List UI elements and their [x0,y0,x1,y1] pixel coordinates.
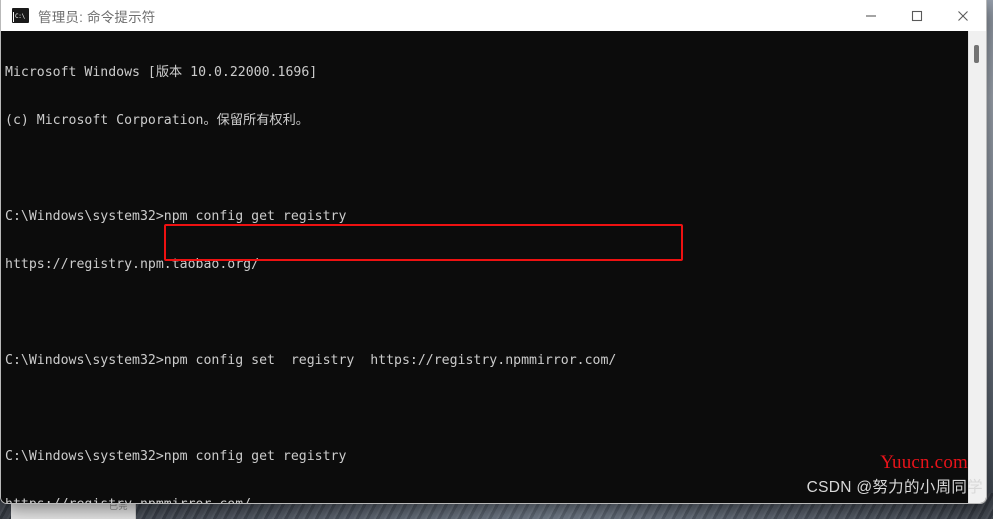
window-controls [848,0,986,31]
close-icon [958,10,968,21]
cmd-icon-label: C:\ [14,12,28,22]
console-text: Microsoft Windows [版本 10.0.22000.1696] (… [5,33,960,503]
scrollbar-thumb[interactable] [974,45,979,63]
console-line: Microsoft Windows [版本 10.0.22000.1696] [5,65,318,80]
close-button[interactable] [940,0,986,31]
maximize-icon [911,10,923,21]
window-title: 管理员: 命令提示符 [38,9,156,25]
console-line-prompt: C:\Windows\system32>npm config get regis… [5,209,347,224]
console-line: (c) Microsoft Corporation。保留所有权利。 [5,113,309,128]
command-prompt-window: C:\ 管理员: 命令提示符 Microsoft Windows [版本 10.… [0,0,987,504]
csdn-watermark: CSDN @努力的小周同学 [806,479,983,496]
console-line-prompt: C:\Windows\system32>npm config set regis… [5,353,617,368]
console-line: https://registry.npmmirror.com/ [5,497,960,503]
window-titlebar[interactable]: C:\ 管理员: 命令提示符 [1,0,986,32]
console-line-prompt: C:\Windows\system32>npm config get regis… [5,449,347,464]
terminal-output-area[interactable]: Microsoft Windows [版本 10.0.22000.1696] (… [1,31,986,503]
cmd-icon: C:\ [12,8,29,23]
minimize-button[interactable] [848,0,894,31]
yuucn-watermark: Yuucn.com [880,452,968,473]
console-line: https://registry.npm.taobao.org/ [5,257,260,272]
vertical-scrollbar[interactable] [968,31,986,503]
maximize-button[interactable] [894,0,940,31]
minimize-icon [866,14,876,17]
